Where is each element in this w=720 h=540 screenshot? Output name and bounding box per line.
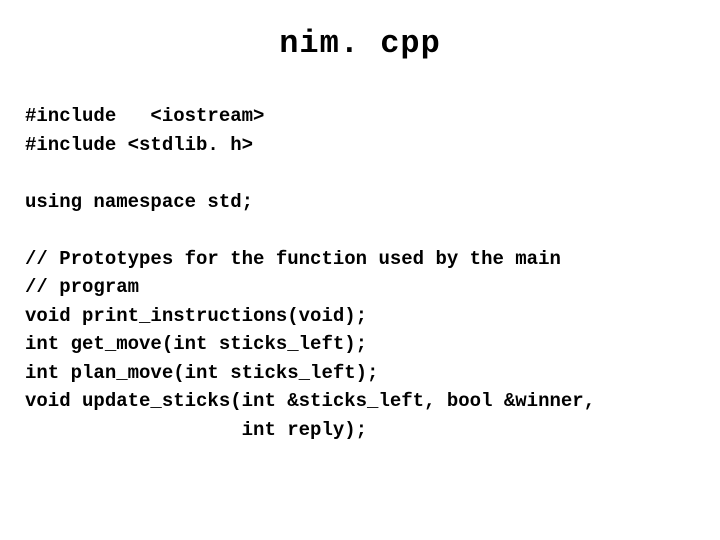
code-block: #include <iostream> #include <stdlib. h>… xyxy=(25,102,695,444)
slide-container: nim. cpp #include <iostream> #include <s… xyxy=(0,0,720,540)
code-line: using namespace std; xyxy=(25,191,253,213)
code-line: #include <stdlib. h> xyxy=(25,134,253,156)
code-line: void update_sticks(int &sticks_left, boo… xyxy=(25,390,595,412)
code-line: #include <iostream> xyxy=(25,105,264,127)
code-line: int reply); xyxy=(25,419,367,441)
code-line: int get_move(int sticks_left); xyxy=(25,333,367,355)
code-line: int plan_move(int sticks_left); xyxy=(25,362,378,384)
code-line: // Prototypes for the function used by t… xyxy=(25,248,561,270)
code-line: void print_instructions(void); xyxy=(25,305,367,327)
slide-title: nim. cpp xyxy=(25,25,695,62)
code-line: // program xyxy=(25,276,139,298)
